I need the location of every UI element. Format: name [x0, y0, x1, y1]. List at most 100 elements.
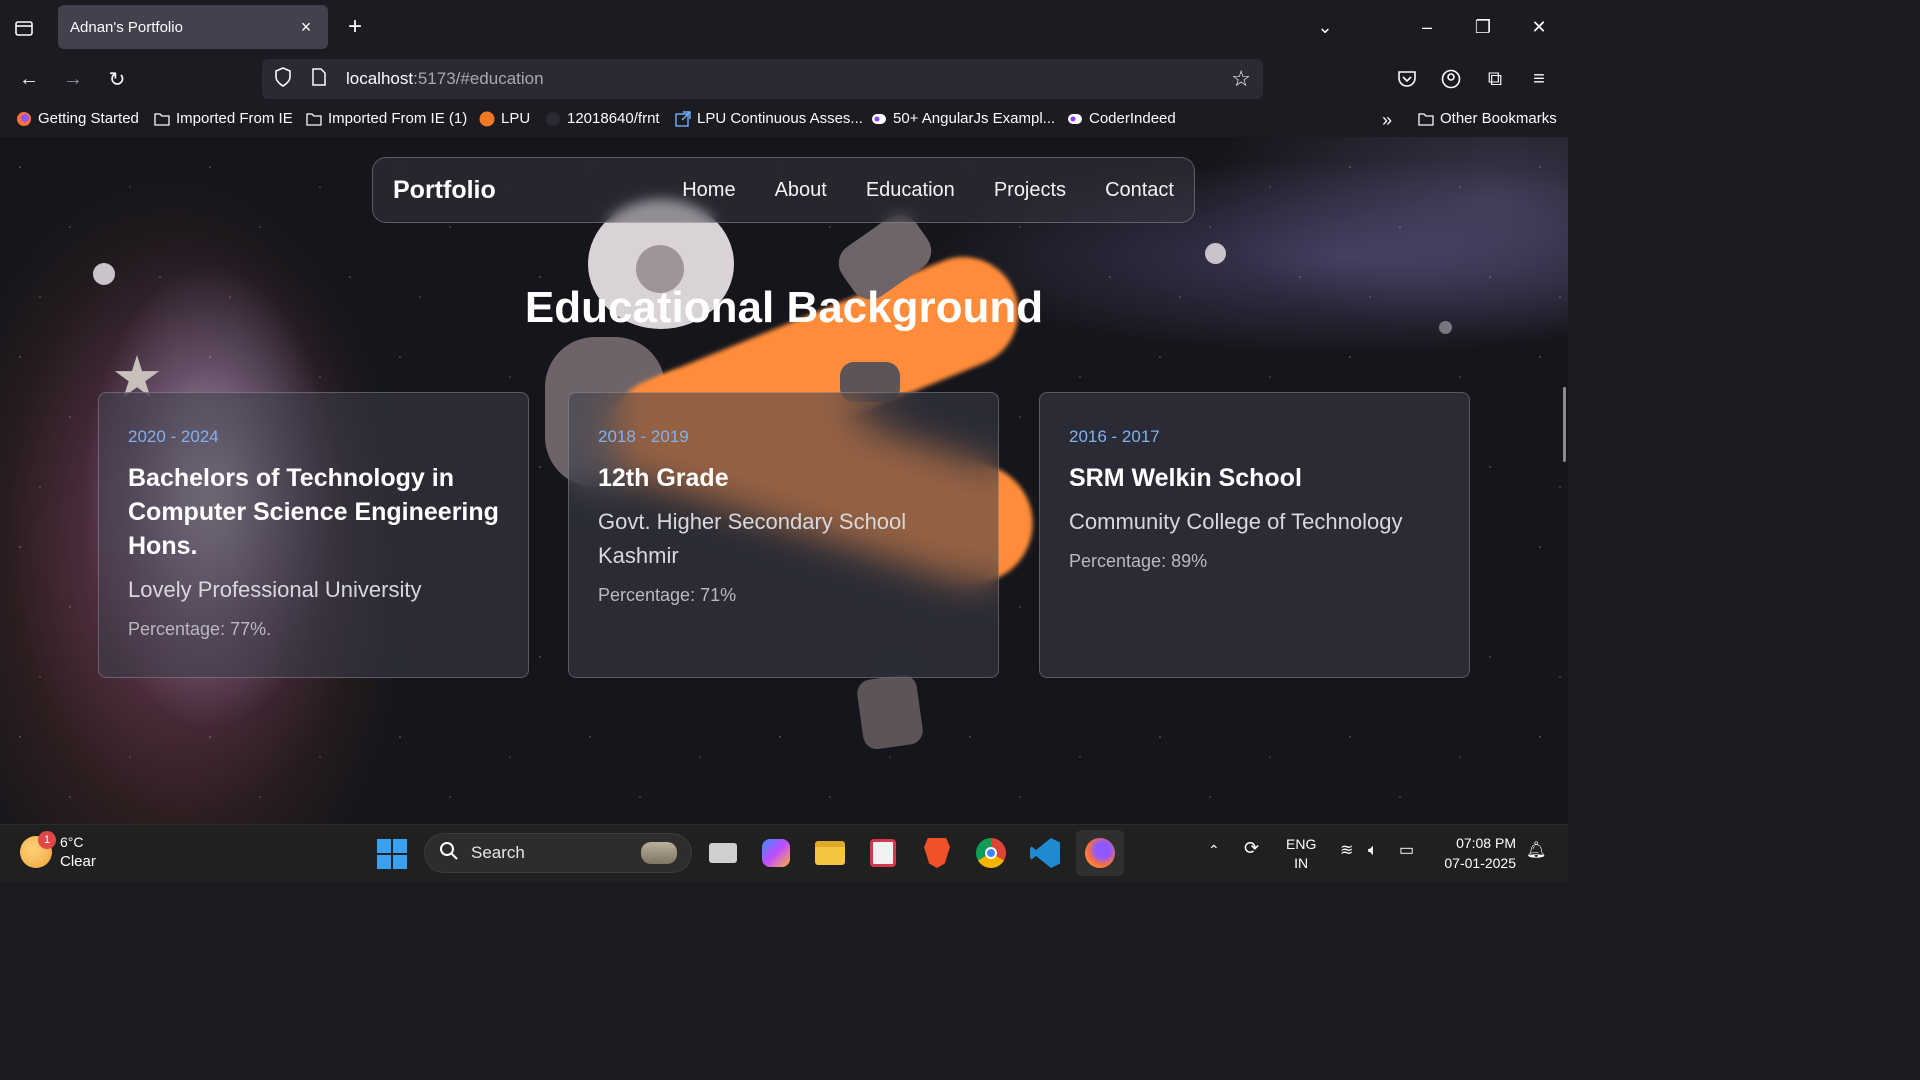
close-tab-icon[interactable]: ×: [296, 17, 316, 37]
section-title: Educational Background: [524, 283, 1044, 332]
bookmark-getting-started[interactable]: Getting Started: [16, 110, 139, 127]
windows-taskbar: 1 6°C Clear Search ⌃ ⟳ ENG IN ≋ 🔈︎ ▭ 07:…: [0, 824, 1568, 882]
region-code: IN: [1294, 855, 1309, 871]
astronaut-boot: [855, 673, 925, 751]
bookmark-label: Getting Started: [38, 110, 139, 127]
language-code: ENG: [1286, 836, 1317, 852]
page-scrollbar[interactable]: [1563, 387, 1566, 462]
nav-projects[interactable]: Projects: [994, 179, 1066, 202]
bookmark-angularjs[interactable]: 50+ AngularJs Exampl...: [871, 110, 1055, 127]
firefox-icon: [16, 111, 32, 127]
extensions-icon[interactable]: ⧉: [1480, 64, 1510, 94]
taskbar-search[interactable]: Search: [424, 833, 692, 873]
forward-icon[interactable]: →: [58, 64, 88, 94]
planet-dot: [93, 263, 115, 285]
card-years: 2018 - 2019: [598, 427, 689, 446]
tab-title: Adnan's Portfolio: [70, 18, 183, 36]
menu-icon[interactable]: ≡: [1524, 64, 1554, 94]
search-icon: [439, 841, 459, 866]
account-icon[interactable]: [1436, 64, 1466, 94]
nav-links: Home About Education Projects Contact: [682, 179, 1174, 202]
battery-icon[interactable]: ▭: [1399, 841, 1414, 860]
bookmark-lpu-continuous[interactable]: LPU Continuous Asses...: [675, 110, 863, 127]
notification-badge: 1: [38, 831, 56, 849]
bookmark-github-repo[interactable]: 12018640/frnt: [545, 110, 660, 127]
folder-icon: [154, 111, 170, 127]
notification-bell-icon[interactable]: 🔔︎: [1526, 841, 1546, 860]
bookmark-lpu[interactable]: LPU: [479, 110, 530, 127]
nav-education[interactable]: Education: [866, 179, 955, 202]
url-host: localhost: [346, 69, 414, 88]
card-degree: Bachelors of Technology in Computer Scie…: [128, 464, 499, 560]
nav-contact[interactable]: Contact: [1105, 179, 1174, 202]
bookmark-star-icon[interactable]: ☆: [1231, 66, 1251, 92]
reload-icon[interactable]: ↻: [102, 64, 132, 94]
bookmark-imported-from-ie[interactable]: Imported From IE: [154, 110, 293, 127]
snipping-tool-icon[interactable]: [866, 836, 900, 870]
chevron-up-icon[interactable]: ⌃: [1208, 841, 1220, 860]
education-card: 2018 - 2019 12th Grade Govt. Higher Seco…: [568, 392, 999, 678]
tab-bar: Adnan's Portfolio × + ⌄ – ❐ ✕: [0, 0, 1568, 54]
card-percentage: Percentage: 77%.: [128, 619, 272, 639]
card-institution: Community College of Technology: [1069, 509, 1403, 534]
firefox-taskbar-icon[interactable]: [1076, 830, 1124, 876]
card-institution: Lovely Professional University: [128, 577, 422, 602]
card-percentage: Percentage: 71%: [598, 585, 737, 605]
url-bar[interactable]: localhost:5173/#education ☆: [262, 59, 1263, 99]
weather-widget[interactable]: 1 6°C Clear: [20, 831, 96, 871]
site-icon: [871, 111, 887, 127]
site-navbar: Portfolio Home About Education Projects …: [372, 157, 1195, 223]
vscode-icon[interactable]: [1028, 836, 1062, 870]
site-brand[interactable]: Portfolio: [393, 176, 682, 205]
task-view-icon[interactable]: [706, 836, 740, 870]
card-degree: SRM Welkin School: [1069, 464, 1302, 492]
more-bookmarks-icon[interactable]: »: [1382, 110, 1392, 131]
card-years: 2016 - 2017: [1069, 427, 1160, 446]
restore-icon[interactable]: ❐: [1466, 10, 1500, 44]
bookmark-label: CoderIndeed: [1089, 110, 1176, 127]
volume-icon[interactable]: 🔈︎: [1368, 841, 1378, 860]
brave-browser-icon[interactable]: [920, 836, 954, 870]
bookmark-label: Imported From IE (1): [328, 110, 468, 127]
browser-chrome: Adnan's Portfolio × + ⌄ – ❐ ✕ ← → ↻ loca…: [0, 0, 1568, 137]
stones-decoration-icon: [641, 842, 677, 864]
clock[interactable]: 07:08 PM 07-01-2025: [1432, 833, 1516, 873]
bookmark-label: LPU Continuous Asses...: [697, 110, 863, 127]
language-indicator[interactable]: ENG IN: [1286, 835, 1316, 873]
chevron-down-icon[interactable]: ⌄: [1308, 10, 1342, 44]
navigation-toolbar: ← → ↻ localhost:5173/#education ☆ ⧉ ≡: [0, 54, 1568, 104]
card-years: 2020 - 2024: [128, 427, 219, 446]
page-icon: [312, 67, 336, 91]
tab-list-icon[interactable]: [10, 14, 38, 42]
shield-icon[interactable]: [274, 66, 298, 92]
page-viewport: Portfolio Home About Education Projects …: [0, 137, 1568, 824]
file-explorer-icon[interactable]: [813, 836, 847, 870]
windows-start-icon[interactable]: [377, 839, 407, 869]
pocket-icon[interactable]: [1392, 64, 1422, 94]
nav-about[interactable]: About: [775, 179, 827, 202]
chrome-icon[interactable]: [974, 836, 1008, 870]
other-bookmarks[interactable]: Other Bookmarks: [1418, 110, 1557, 127]
bookmark-coderindeed[interactable]: CoderIndeed: [1067, 110, 1176, 127]
search-label: Search: [471, 843, 525, 862]
weather-temp: 6°C: [60, 834, 84, 850]
back-icon[interactable]: ←: [14, 64, 44, 94]
new-tab-icon[interactable]: +: [342, 13, 368, 41]
active-tab[interactable]: Adnan's Portfolio ×: [58, 5, 328, 49]
close-window-icon[interactable]: ✕: [1522, 10, 1556, 44]
education-card: 2016 - 2017 SRM Welkin School Community …: [1039, 392, 1470, 678]
bookmark-imported-from-ie-1[interactable]: Imported From IE (1): [306, 110, 467, 127]
url-path: :5173/#education: [413, 69, 544, 88]
education-card: 2020 - 2024 Bachelors of Technology in C…: [98, 392, 529, 678]
card-percentage: Percentage: 89%: [1069, 551, 1208, 571]
sync-icon[interactable]: ⟳: [1244, 839, 1259, 858]
bookmark-label: LPU: [501, 110, 531, 127]
minimize-icon[interactable]: –: [1410, 10, 1444, 44]
bookmark-label: 50+ AngularJs Exampl...: [893, 110, 1056, 127]
copilot-icon[interactable]: [759, 836, 793, 870]
wifi-icon[interactable]: ≋: [1340, 841, 1353, 860]
nav-home[interactable]: Home: [682, 179, 735, 202]
folder-icon: [306, 111, 322, 127]
card-degree: 12th Grade: [598, 464, 729, 492]
lpu-icon: [479, 111, 495, 127]
